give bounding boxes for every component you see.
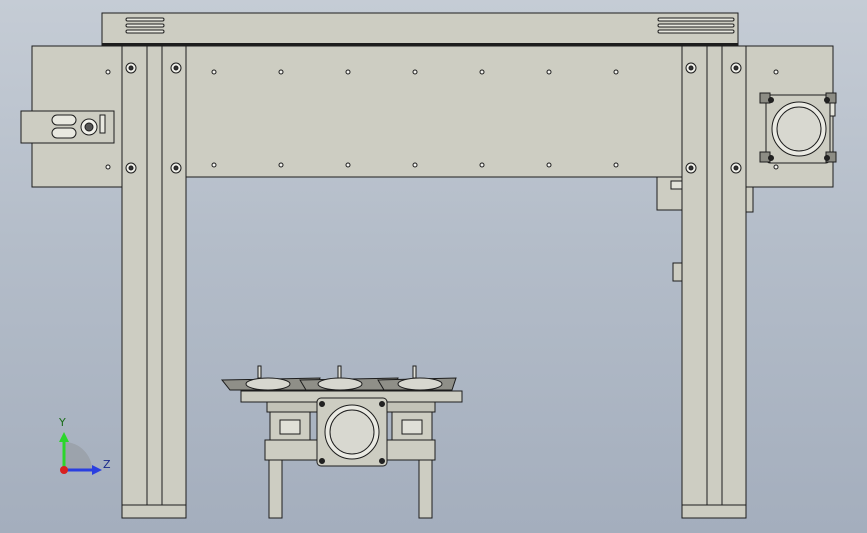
top-cover-rail[interactable] — [101, 12, 739, 46]
z-axis-label: Z — [103, 458, 111, 471]
z-axis-arrowhead — [92, 465, 102, 475]
fan-blades-row — [220, 365, 457, 391]
carriage-assembly[interactable] — [220, 365, 463, 519]
coordinate-triad: Y Z — [58, 416, 111, 475]
y-axis-arrowhead — [59, 432, 69, 442]
cad-viewport[interactable]: Y Z — [0, 0, 867, 533]
x-axis-dot — [60, 466, 68, 474]
assembly-drawing[interactable]: Y Z — [0, 0, 867, 533]
drive-motor-right[interactable] — [759, 92, 837, 164]
left-sensor-bracket[interactable] — [20, 110, 115, 144]
left-column[interactable] — [121, 45, 187, 519]
y-axis-label: Y — [58, 416, 66, 429]
